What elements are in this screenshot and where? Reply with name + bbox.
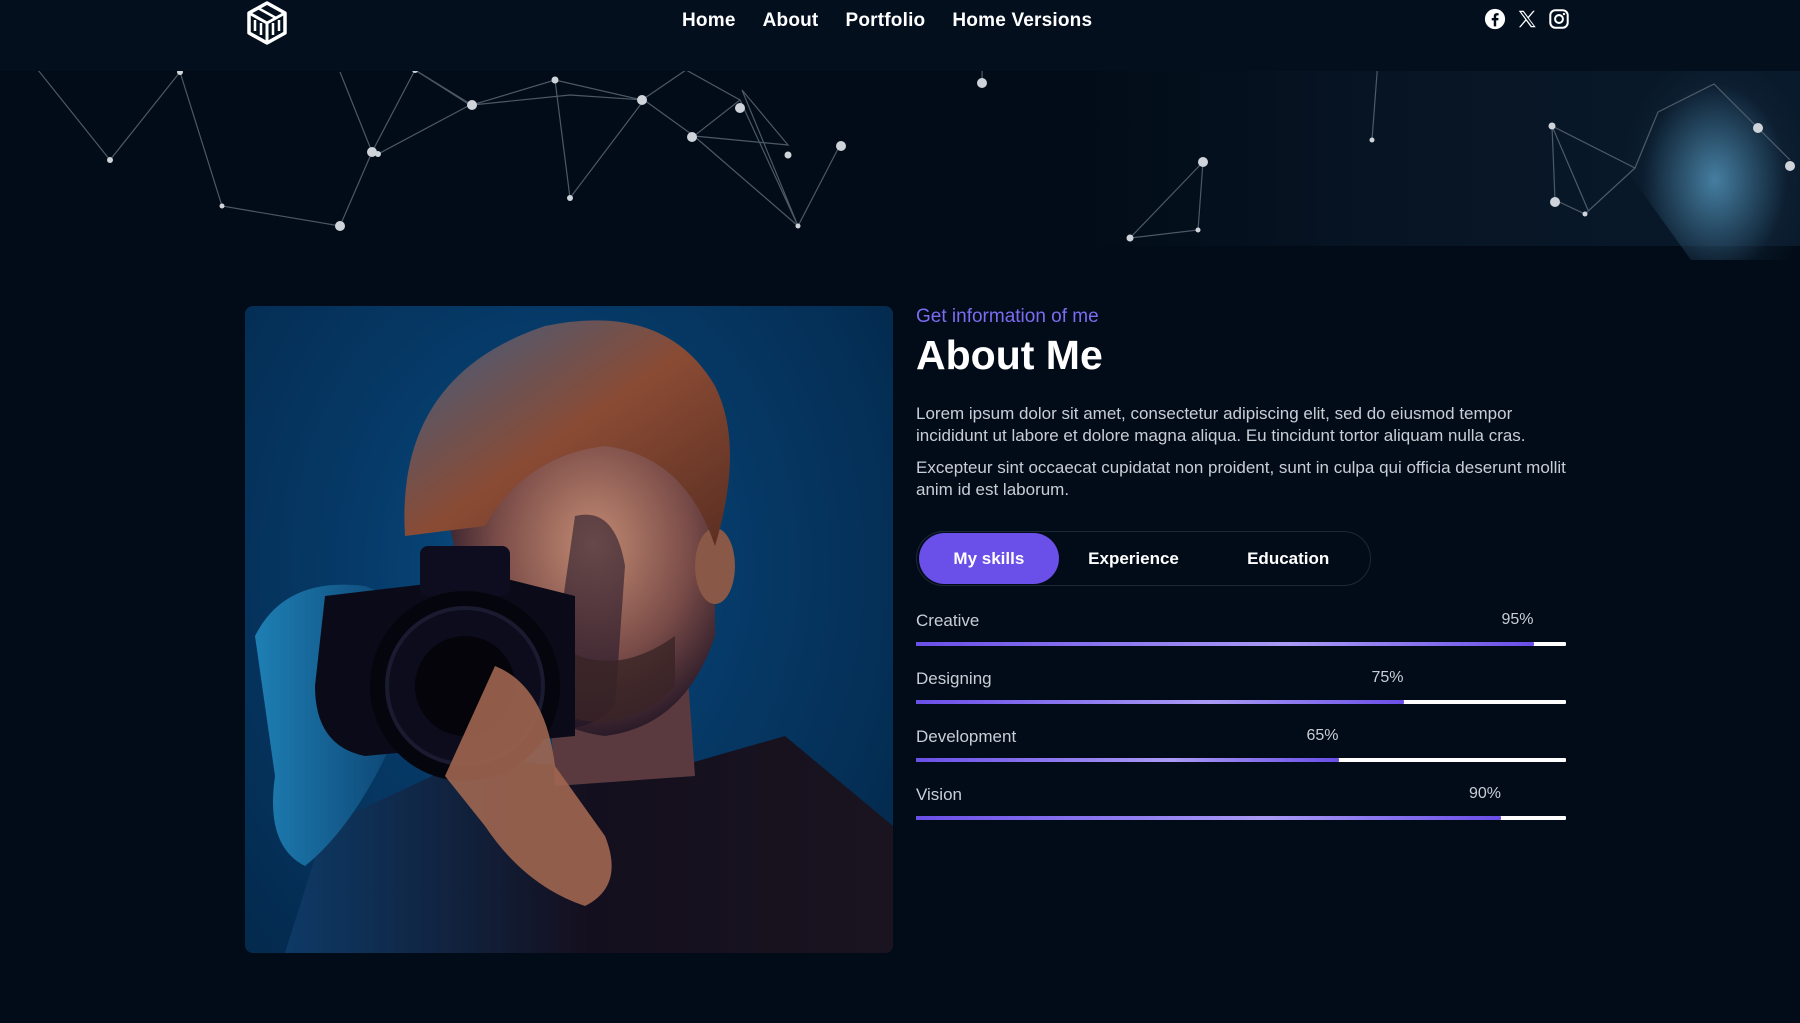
skills-list: Creative 95% Designing 75% Development 6… xyxy=(916,611,1566,843)
skill-progress-track xyxy=(916,700,1566,704)
skill-percent: 75% xyxy=(1371,669,1404,686)
hero-face-shadow xyxy=(1559,60,1800,260)
main-nav: Home About Portfolio Home Versions xyxy=(682,10,1092,32)
social-links xyxy=(1484,8,1570,30)
tab-my-skills[interactable]: My skills xyxy=(919,533,1059,584)
skill-progress-fill xyxy=(916,700,1404,704)
skill-percent: 90% xyxy=(1468,785,1501,802)
section-eyebrow: Get information of me xyxy=(916,306,1099,327)
skill-percent: 95% xyxy=(1501,611,1534,628)
x-twitter-icon[interactable] xyxy=(1516,8,1538,30)
skill-progress-track xyxy=(916,642,1566,646)
photographer-portrait-image xyxy=(245,306,893,953)
nav-item-home-versions[interactable]: Home Versions xyxy=(952,10,1092,32)
skill-progress-track xyxy=(916,816,1566,820)
instagram-icon[interactable] xyxy=(1548,8,1570,30)
page-title: About Me xyxy=(916,332,1103,378)
logo-icon[interactable] xyxy=(244,0,290,46)
nav-item-portfolio[interactable]: Portfolio xyxy=(845,10,925,32)
skill-name: Development xyxy=(916,727,1017,746)
skill-progress-fill xyxy=(916,758,1339,762)
skill-item: Designing 75% xyxy=(916,669,1566,727)
nav-item-about[interactable]: About xyxy=(763,10,819,32)
about-paragraph-1: Lorem ipsum dolor sit amet, consectetur … xyxy=(916,404,1526,445)
skill-percent: 65% xyxy=(1306,727,1339,744)
tab-education[interactable]: Education xyxy=(1208,533,1368,584)
skill-progress-track xyxy=(916,758,1566,762)
skill-item: Development 65% xyxy=(916,727,1566,785)
skill-progress-fill xyxy=(916,816,1501,820)
tab-experience[interactable]: Experience xyxy=(1059,533,1209,584)
about-section: Get information of me About Me Lorem ips… xyxy=(916,306,1566,843)
skill-name: Creative xyxy=(916,611,980,630)
skill-item: Creative 95% xyxy=(916,611,1566,669)
skill-progress-fill xyxy=(916,642,1534,646)
nav-item-home[interactable]: Home xyxy=(682,10,736,32)
facebook-icon[interactable] xyxy=(1484,8,1506,30)
about-paragraph-2: Excepteur sint occaecat cupidatat non pr… xyxy=(916,458,1566,499)
info-tabs: My skills Experience Education xyxy=(916,531,1371,586)
skill-name: Vision xyxy=(916,785,962,804)
skill-item: Vision 90% xyxy=(916,785,1566,843)
skill-name: Designing xyxy=(916,669,992,688)
